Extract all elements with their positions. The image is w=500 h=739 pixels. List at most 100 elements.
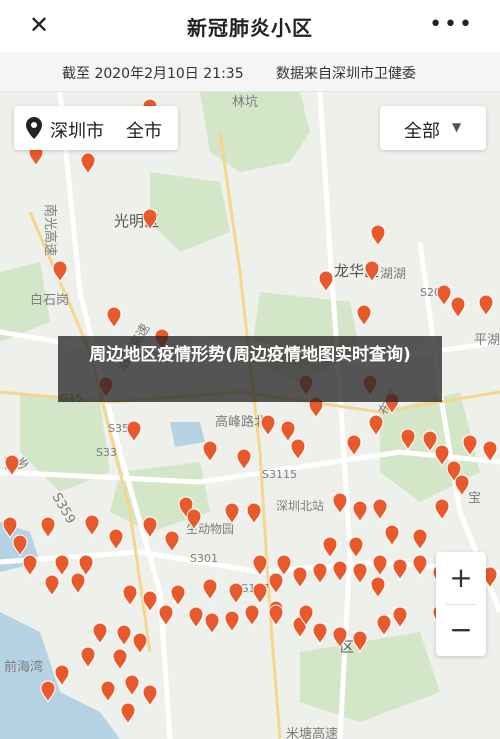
case-marker-pin-icon[interactable]	[370, 576, 386, 600]
filter-dropdown[interactable]: 全部 ▼	[380, 106, 486, 150]
place-label: 高峰路北	[215, 414, 267, 430]
city-selector[interactable]: 深圳市 全市	[14, 106, 178, 150]
location-pin-icon	[26, 117, 42, 139]
data-source: 数据来自深圳市卫健委	[276, 66, 416, 82]
caret-down-icon: ▼	[452, 120, 462, 134]
case-marker-pin-icon[interactable]	[202, 578, 218, 602]
page-title: 新冠肺炎小区	[187, 16, 313, 40]
case-marker-pin-icon[interactable]	[252, 582, 268, 606]
place-label: 前海湾	[4, 659, 43, 675]
case-marker-pin-icon[interactable]	[44, 574, 60, 598]
case-marker-pin-icon[interactable]	[132, 632, 148, 656]
case-marker-pin-icon[interactable]	[40, 516, 56, 540]
case-marker-pin-icon[interactable]	[224, 502, 240, 526]
case-marker-pin-icon[interactable]	[352, 562, 368, 586]
case-marker-pin-icon[interactable]	[54, 554, 70, 578]
case-marker-pin-icon[interactable]	[124, 674, 140, 698]
case-marker-pin-icon[interactable]	[376, 614, 392, 638]
case-marker-pin-icon[interactable]	[322, 536, 338, 560]
case-marker-pin-icon[interactable]	[290, 438, 306, 462]
case-marker-pin-icon[interactable]	[244, 604, 260, 628]
case-marker-pin-icon[interactable]	[436, 284, 452, 308]
case-marker-pin-icon[interactable]	[54, 664, 70, 688]
scope-label: 全市	[126, 121, 162, 142]
case-marker-pin-icon[interactable]	[356, 304, 372, 328]
zoom-control: + −	[436, 552, 486, 656]
case-marker-pin-icon[interactable]	[142, 684, 158, 708]
highway	[218, 131, 282, 739]
case-marker-pin-icon[interactable]	[352, 500, 368, 524]
case-marker-pin-icon[interactable]	[122, 584, 138, 608]
map-view[interactable]: 林坑 光明区 龙华区 湖湖 白石岗 平湖 南光高速 沿海高速 高峰路北 深圳北站…	[0, 92, 500, 739]
case-marker-pin-icon[interactable]	[116, 624, 132, 648]
case-marker-pin-icon[interactable]	[372, 554, 388, 578]
case-marker-pin-icon[interactable]	[372, 498, 388, 522]
case-marker-pin-icon[interactable]	[268, 572, 284, 596]
case-marker-pin-icon[interactable]	[236, 448, 252, 472]
case-marker-pin-icon[interactable]	[92, 622, 108, 646]
case-marker-pin-icon[interactable]	[370, 224, 386, 248]
case-marker-pin-icon[interactable]	[228, 582, 244, 606]
place-label: 米塘高速	[286, 726, 338, 739]
case-marker-pin-icon[interactable]	[80, 152, 96, 176]
place-label: 宝	[468, 491, 481, 506]
route-label: S301	[190, 552, 218, 565]
case-marker-pin-icon[interactable]	[450, 296, 466, 320]
case-marker-pin-icon[interactable]	[202, 440, 218, 464]
case-marker-pin-icon[interactable]	[392, 606, 408, 630]
case-marker-pin-icon[interactable]	[260, 414, 276, 438]
case-marker-pin-icon[interactable]	[108, 528, 124, 552]
case-marker-pin-icon[interactable]	[332, 492, 348, 516]
case-marker-pin-icon[interactable]	[246, 502, 262, 526]
route-label: S3115	[262, 468, 297, 481]
reservoir-water	[170, 422, 205, 447]
case-marker-pin-icon[interactable]	[346, 434, 362, 458]
case-marker-pin-icon[interactable]	[188, 606, 204, 630]
park-area	[300, 632, 440, 722]
zoom-in-button[interactable]: +	[436, 558, 486, 598]
case-marker-pin-icon[interactable]	[80, 646, 96, 670]
place-label: 南光高速	[42, 204, 58, 256]
info-bar: 截至 2020年2月10日 21:35 数据来自深圳市卫健委	[0, 52, 500, 92]
case-marker-pin-icon[interactable]	[100, 680, 116, 704]
case-marker-pin-icon[interactable]	[224, 610, 240, 634]
case-marker-pin-icon[interactable]	[78, 554, 94, 578]
case-marker-pin-icon[interactable]	[112, 648, 128, 672]
park-area	[150, 172, 230, 252]
title-bar: ✕ 新冠肺炎小区 •••	[0, 0, 500, 52]
case-marker-pin-icon[interactable]	[412, 554, 428, 578]
case-marker-pin-icon[interactable]	[392, 558, 408, 582]
zoom-divider	[446, 604, 476, 605]
city-label: 深圳市	[50, 121, 104, 142]
filter-label: 全部	[404, 121, 440, 142]
case-marker-pin-icon[interactable]	[204, 612, 220, 636]
case-marker-pin-icon[interactable]	[106, 306, 122, 330]
case-marker-pin-icon[interactable]	[384, 524, 400, 548]
case-marker-pin-icon[interactable]	[412, 528, 428, 552]
case-marker-pin-icon[interactable]	[120, 702, 136, 726]
as-of-timestamp: 截至 2020年2月10日 21:35	[62, 66, 244, 82]
zoom-out-button[interactable]: −	[436, 610, 486, 650]
case-marker-pin-icon[interactable]	[70, 572, 86, 596]
case-marker-pin-icon[interactable]	[126, 420, 142, 444]
case-marker-pin-icon[interactable]	[84, 514, 100, 538]
case-marker-pin-icon[interactable]	[434, 498, 450, 522]
overlay-headline: 周边地区疫情形势(周边疫情地图实时查询)	[89, 345, 411, 365]
case-marker-pin-icon[interactable]	[52, 260, 68, 284]
place-label: 白石岗	[30, 292, 69, 308]
case-marker-pin-icon[interactable]	[22, 554, 38, 578]
place-label: 深圳北站	[276, 499, 324, 513]
case-marker-pin-icon[interactable]	[280, 420, 296, 444]
case-marker-pin-icon[interactable]	[292, 566, 308, 590]
route-label: S33	[96, 446, 117, 459]
more-dots-icon[interactable]: •••	[429, 12, 474, 38]
case-marker-pin-icon[interactable]	[312, 562, 328, 586]
map-canvas[interactable]: 林坑 光明区 龙华区 湖湖 白石岗 平湖 南光高速 沿海高速 高峰路北 深圳北站…	[0, 92, 500, 739]
place-label: 平湖	[474, 333, 500, 348]
case-marker-pin-icon[interactable]	[170, 584, 186, 608]
case-marker-pin-icon[interactable]	[332, 560, 348, 584]
place-label: 林坑	[232, 95, 258, 110]
case-marker-pin-icon[interactable]	[164, 530, 180, 554]
case-marker-pin-icon[interactable]	[478, 294, 494, 318]
case-marker-pin-icon[interactable]	[312, 622, 328, 646]
